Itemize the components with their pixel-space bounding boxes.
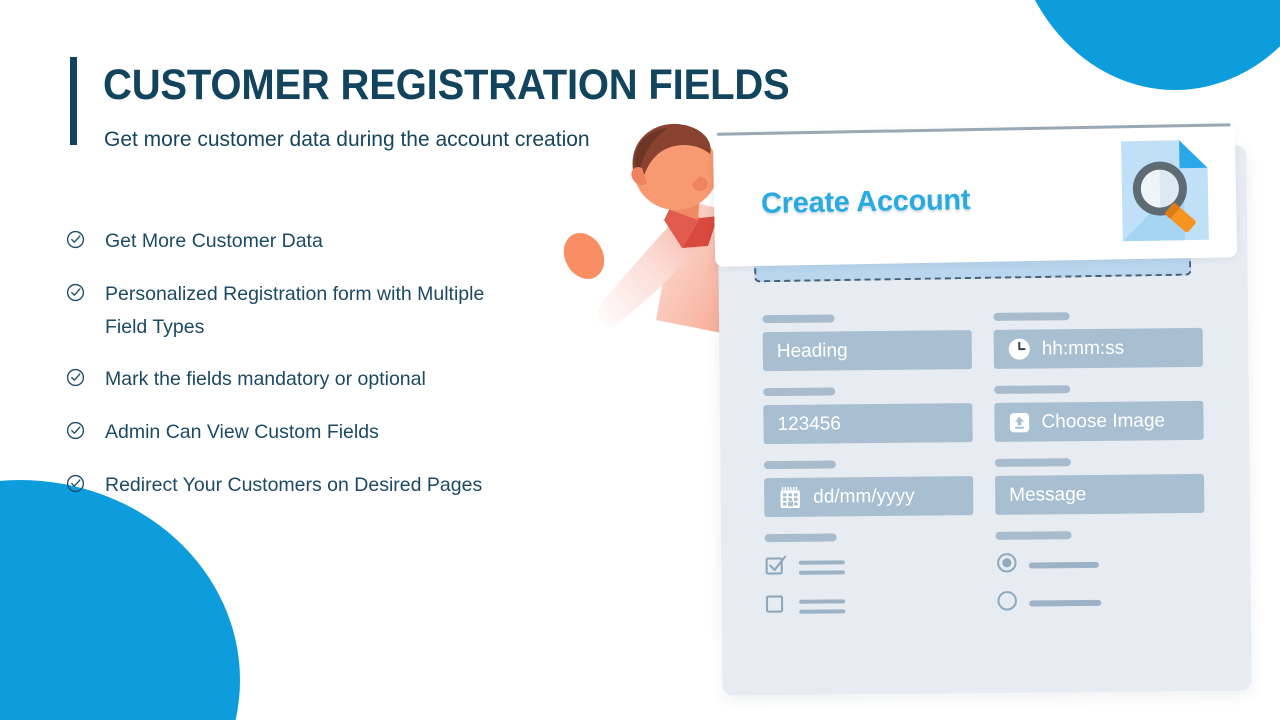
- heading-input[interactable]: Heading: [762, 330, 972, 372]
- upload-icon: [1008, 411, 1030, 433]
- blob-top-right-decoration: [1010, 0, 1280, 90]
- date-input[interactable]: 25 dd/mm/yyyy: [764, 476, 974, 518]
- time-input-value: hh:mm:ss: [1041, 337, 1125, 360]
- calendar-icon: 25: [778, 485, 802, 509]
- form-row: Heading hh:mm:ss: [762, 311, 1203, 372]
- form-fields-grid: Heading hh:mm:ss 123456 Choose Image 25 …: [762, 311, 1205, 638]
- field-label-placeholder: [764, 533, 837, 543]
- radio-group: [996, 547, 1206, 617]
- choose-image-label: Choose Image: [1041, 410, 1166, 433]
- form-field-time: hh:mm:ss: [993, 311, 1203, 369]
- list-item-label: Redirect Your Customers on Desired Pages: [105, 474, 483, 496]
- radio-selected-icon: [996, 552, 1018, 579]
- message-input[interactable]: Message: [995, 473, 1205, 515]
- checkbox-group: [765, 549, 975, 621]
- checkbox-checked-icon: [765, 554, 788, 582]
- form-field-number: 123456: [763, 386, 973, 445]
- form-field-checkbox-group: [764, 532, 975, 621]
- calendar-day-number: 25: [788, 501, 793, 506]
- field-label-placeholder: [995, 531, 1072, 540]
- create-account-card: Create Account Heading hh:mm:ss 123456 C…: [712, 123, 1252, 696]
- list-item: Admin Can View Custom Fields: [66, 416, 586, 449]
- radio-option-selected[interactable]: [996, 550, 1205, 579]
- list-item: Redirect Your Customers on Desired Pages: [66, 469, 586, 502]
- check-circle-icon: [66, 421, 85, 440]
- document-search-icon: [1115, 136, 1215, 246]
- form-field-date: 25 dd/mm/yyyy: [763, 459, 974, 518]
- radio-option-line: [1029, 599, 1102, 607]
- date-input-value: dd/mm/yyyy: [813, 485, 915, 508]
- radio-option-line: [1028, 561, 1099, 569]
- radio-option-unselected[interactable]: [996, 588, 1205, 617]
- check-circle-icon: [66, 283, 85, 302]
- radio-unselected-icon: [996, 590, 1018, 617]
- list-item-label: Personalized Registration form with Mult…: [105, 283, 485, 338]
- list-item: Mark the fields mandatory or optional: [66, 363, 586, 396]
- message-input-value: Message: [1009, 484, 1087, 506]
- feature-list: Get More Customer Data Personalized Regi…: [66, 225, 586, 522]
- field-label-placeholder: [994, 458, 1071, 467]
- form-field-radio-group: [995, 530, 1206, 619]
- checkbox-option-lines: [798, 560, 845, 575]
- clock-icon: [1008, 338, 1031, 361]
- check-circle-icon: [66, 474, 85, 493]
- list-item-label: Get More Customer Data: [105, 230, 323, 252]
- list-item: Get More Customer Data: [66, 225, 586, 258]
- form-row: 123456 Choose Image: [763, 384, 1204, 445]
- checkbox-unchecked-icon: [765, 593, 788, 621]
- page-subtitle: Get more customer data during the accoun…: [104, 128, 590, 151]
- card-title: Create Account: [760, 184, 971, 220]
- form-field-message: Message: [994, 457, 1205, 515]
- checkbox-option-lines: [799, 599, 846, 614]
- number-input[interactable]: 123456: [763, 403, 973, 445]
- list-item-label: Admin Can View Custom Fields: [105, 421, 379, 443]
- time-input[interactable]: hh:mm:ss: [993, 327, 1203, 369]
- check-circle-icon: [66, 368, 85, 387]
- checkbox-option-unchecked[interactable]: [765, 591, 974, 621]
- page-title: CUSTOMER REGISTRATION FIELDS: [103, 61, 790, 109]
- field-label-placeholder: [763, 387, 836, 397]
- card-header: Create Account: [712, 123, 1238, 267]
- check-circle-icon: [66, 230, 85, 249]
- field-label-placeholder: [994, 385, 1071, 394]
- checkbox-option-checked[interactable]: [765, 552, 974, 582]
- heading-input-value: Heading: [776, 340, 848, 362]
- slide-canvas: CUSTOMER REGISTRATION FIELDS Get more cu…: [0, 0, 1280, 720]
- field-label-placeholder: [762, 314, 835, 324]
- title-accent-bar: [70, 57, 77, 145]
- number-input-value: 123456: [777, 413, 842, 435]
- form-row: [764, 530, 1206, 621]
- form-field-image: Choose Image: [994, 384, 1204, 442]
- form-field-heading: Heading: [762, 313, 972, 372]
- choose-image-button[interactable]: Choose Image: [994, 400, 1204, 442]
- list-item: Personalized Registration form with Mult…: [66, 278, 586, 344]
- field-label-placeholder: [763, 460, 836, 470]
- list-item-label: Mark the fields mandatory or optional: [105, 368, 426, 390]
- form-row: 25 dd/mm/yyyy Message: [763, 457, 1205, 518]
- field-label-placeholder: [993, 312, 1070, 321]
